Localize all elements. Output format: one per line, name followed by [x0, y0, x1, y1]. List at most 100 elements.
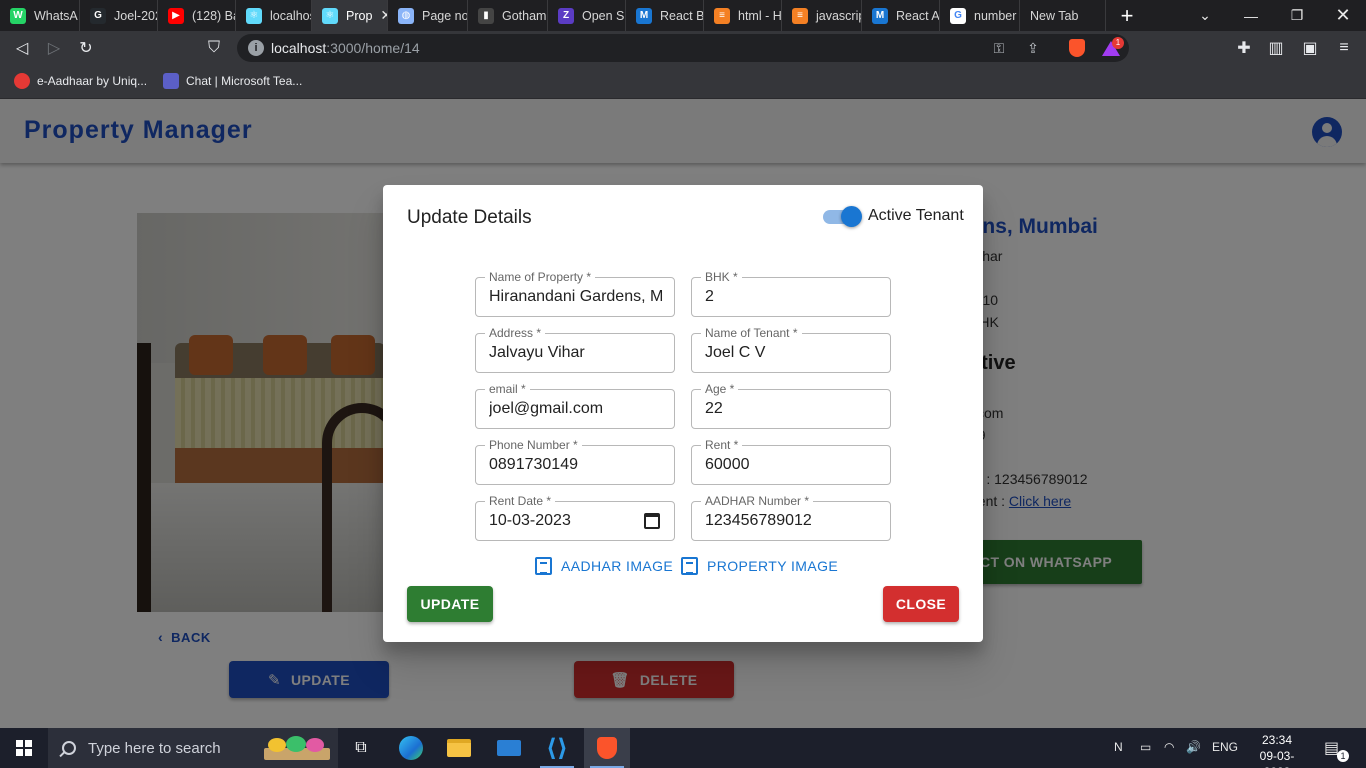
share-icon[interactable]: ⇪ [1023, 38, 1043, 58]
wallet-icon[interactable]: ▣ [1298, 36, 1322, 60]
tab-favicon-icon: ≡ [792, 7, 808, 24]
address-field[interactable]: Address * Jalvayu Vihar [475, 326, 675, 373]
field-value[interactable]: Jalvayu Vihar [489, 344, 664, 362]
tab-label: React A [896, 8, 940, 23]
notification-badge: 1 [1337, 750, 1349, 762]
browser-tab[interactable]: M React B [626, 0, 704, 31]
task-view-icon[interactable]: ⧉ [338, 728, 384, 768]
field-value[interactable]: Hiranandani Gardens, M [489, 288, 664, 306]
tab-favicon-icon: G [950, 7, 966, 24]
tab-label: Page no [422, 8, 468, 23]
phone-number-field[interactable]: Phone Number * 0891730149 [475, 438, 675, 485]
field-value[interactable]: 123456789012 [705, 512, 880, 530]
bhk-field[interactable]: BHK * 2 [691, 270, 891, 317]
brave-rewards-icon[interactable]: 1 [1101, 37, 1124, 58]
field-value[interactable]: 2 [705, 288, 880, 306]
browser-tab[interactable]: ≡ javascrip [782, 0, 862, 31]
browser-tab[interactable]: ▶ (128) Ba [158, 0, 236, 31]
restore-icon[interactable]: ❐ [1274, 0, 1320, 31]
dialog-close-button[interactable]: CLOSE [883, 586, 959, 622]
switch-thumb [841, 206, 862, 227]
bookmark-icon[interactable]: ⛉ [202, 36, 226, 60]
email-field[interactable]: email * joel@gmail.com [475, 382, 675, 429]
forward-arrow-icon[interactable]: ▷ [42, 36, 66, 60]
address-bar[interactable]: i localhost:3000/home/14 ⚿ ⇪ 1 [237, 34, 1129, 62]
field-value[interactable]: Joel C V [705, 344, 880, 362]
browser-tab[interactable]: ▮ Gotham [468, 0, 548, 31]
dialog-update-button[interactable]: UPDATE [407, 586, 493, 622]
back-arrow-icon[interactable]: ◁ [10, 36, 34, 60]
brave-browser-icon[interactable] [584, 728, 630, 768]
browser-tab[interactable]: Z Open S [548, 0, 626, 31]
new-tab-button[interactable]: + [1106, 0, 1148, 31]
sidebar-icon[interactable]: ▥ [1264, 36, 1288, 60]
rent-field[interactable]: Rent * 60000 [691, 438, 891, 485]
tab-search-icon[interactable]: ⌄ [1182, 0, 1228, 31]
field-label: Age * [701, 382, 739, 396]
volume-icon[interactable]: 🔊 [1186, 740, 1201, 754]
tab-favicon-icon: ◍ [398, 7, 414, 24]
field-value[interactable]: 10-03-2023 [489, 512, 664, 530]
aadhar-number-field[interactable]: AADHAR Number * 123456789012 [691, 494, 891, 541]
browser-tab[interactable]: M React A [862, 0, 940, 31]
taskbar-search-box[interactable]: Type here to search [48, 728, 338, 768]
calendar-icon[interactable] [644, 513, 660, 529]
browser-tab[interactable]: ⚛ localhos [236, 0, 312, 31]
edge-icon[interactable] [388, 728, 434, 768]
tab-favicon-icon: M [636, 7, 652, 24]
property-image-upload-button[interactable]: PROPERTY IMAGE [681, 557, 838, 575]
aadhar-image-upload-button[interactable]: AADHAR IMAGE [535, 557, 673, 575]
vscode-icon[interactable]: ⟨⟩ [534, 728, 580, 768]
name-of-property-field[interactable]: Name of Property * Hiranandani Gardens, … [475, 270, 675, 317]
language-indicator[interactable]: ENG [1212, 740, 1238, 754]
tab-label: number [974, 8, 1017, 23]
tab-label: React B [660, 8, 704, 23]
aadhaar-icon [14, 73, 30, 89]
browser-tab[interactable]: ◍ Page no [388, 0, 468, 31]
tab-label: Gotham [502, 8, 547, 23]
browser-tab-strip: W WhatsA G Joel-202 ▶ (128) Ba ⚛ localhos ⚛ Prop ✕… [0, 0, 1366, 31]
window-close-icon[interactable]: ✕ [1320, 0, 1366, 31]
tab-close-icon[interactable]: ✕ [380, 7, 387, 24]
battery-icon[interactable]: ▭ [1140, 740, 1151, 754]
browser-tab[interactable]: G Joel-202 [80, 0, 158, 31]
age-field[interactable]: Age * 22 [691, 382, 891, 429]
rent-date-field[interactable]: Rent Date * 10-03-2023 [475, 494, 675, 541]
document-scanner-icon [535, 557, 552, 575]
field-value[interactable]: 60000 [705, 456, 880, 474]
minimize-icon[interactable]: — [1228, 0, 1274, 31]
browser-tab[interactable]: W WhatsA [0, 0, 80, 31]
browser-tab[interactable]: Gnumber [940, 0, 1020, 31]
clock-date: 09-03-2023 [1259, 749, 1295, 768]
site-info-icon[interactable]: i [248, 40, 264, 56]
menu-icon[interactable]: ≡ [1332, 36, 1356, 60]
wifi-icon[interactable]: ◠ [1164, 740, 1174, 754]
active-tenant-switch[interactable] [823, 206, 863, 227]
browser-toolbar: ◁ ▷ ↻ ⛉ i localhost:3000/home/14 ⚿ ⇪ 1 ✚… [0, 31, 1366, 65]
file-explorer-icon[interactable] [436, 728, 482, 768]
mail-icon[interactable] [486, 728, 532, 768]
bookmark-e-aadhaar[interactable]: e-Aadhaar by Uniq... [14, 73, 147, 89]
reload-icon[interactable]: ↻ [74, 36, 98, 60]
key-icon[interactable]: ⚿ [989, 38, 1009, 58]
url-text[interactable]: localhost:3000/home/14 [271, 40, 420, 56]
browser-tab[interactable]: New Tab [1020, 0, 1106, 31]
field-value[interactable]: joel@gmail.com [489, 400, 664, 418]
tab-favicon-icon: W [10, 7, 26, 24]
nx-app-icon[interactable]: N [1114, 740, 1123, 754]
field-value[interactable]: 22 [705, 400, 880, 418]
name-of-tenant-field[interactable]: Name of Tenant * Joel C V [691, 326, 891, 373]
taskbar-clock[interactable]: 23:34 09-03-2023 [1248, 732, 1306, 768]
browser-tab[interactable]: ⚛ Prop ✕ [312, 0, 388, 31]
extensions-icon[interactable]: ✚ [1232, 36, 1256, 60]
tab-label: javascrip [816, 8, 862, 23]
aadhar-image-label: AADHAR IMAGE [561, 558, 674, 574]
start-button[interactable] [0, 728, 48, 768]
dialog-title: Update Details [407, 207, 532, 228]
bookmark-teams-chat[interactable]: Chat | Microsoft Tea... [163, 73, 302, 89]
brave-shields-icon[interactable] [1067, 38, 1087, 58]
browser-tab[interactable]: ≡ html - H [704, 0, 782, 31]
tab-label: html - H [738, 8, 782, 23]
field-value[interactable]: 0891730149 [489, 456, 664, 474]
clock-time: 23:34 [1261, 733, 1293, 747]
